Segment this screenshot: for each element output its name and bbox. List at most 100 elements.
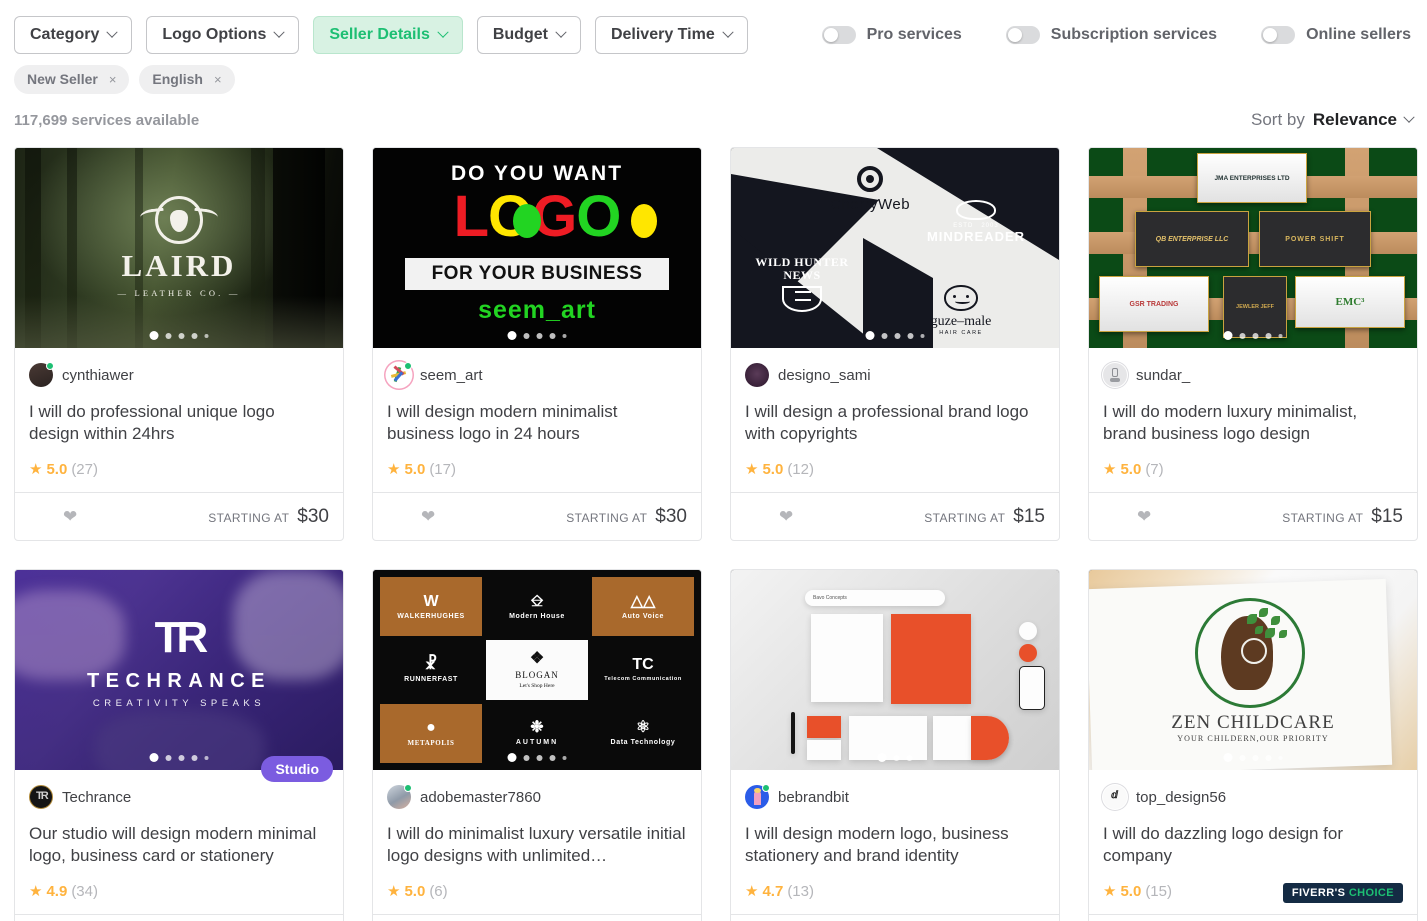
avatar[interactable]: TR [29,785,53,809]
heart-icon[interactable]: ❤ [63,508,77,525]
gig-title[interactable]: Our studio will design modern minimal lo… [29,823,329,867]
close-icon[interactable]: × [109,72,117,87]
carousel-dot[interactable] [894,332,901,339]
heart-icon[interactable]: ❤ [1137,508,1151,525]
switch-track[interactable] [821,26,856,44]
avatar[interactable] [745,363,769,387]
carousel-dot[interactable] [191,754,198,761]
gig-title[interactable]: I will design modern minimalist business… [387,401,687,445]
gig-card[interactable]: Bavo Concepts bebrandbit I will design m… [730,569,1060,921]
avatar[interactable] [29,362,54,387]
gig-image-carousel[interactable]: TR TECHRANCE CREATIVITY SPEAKS [15,570,343,770]
gig-card[interactable]: ZEN CHILDCARE YOUR CHILDERN,OUR PRIORITY… [1088,569,1418,921]
carousel-dots[interactable] [507,331,567,340]
carousel-dot[interactable] [549,754,556,761]
carousel-dot[interactable] [906,754,913,761]
toggle-subscription-services[interactable]: Subscription services [1005,26,1217,44]
seller-row[interactable]: bebrandbit [745,782,1045,812]
seller-row[interactable]: seem_art [387,360,687,390]
carousel-dot[interactable] [507,331,517,340]
carousel-dot[interactable] [1239,754,1246,761]
seller-row[interactable]: TR Techrance [29,782,329,812]
carousel-dot[interactable] [149,331,159,340]
gig-card[interactable]: TR TECHRANCE CREATIVITY SPEAKS Studio TR [14,569,344,921]
avatar[interactable] [387,784,412,809]
gig-image-carousel[interactable]: JMA ENTERPRISES LTD QB ENTERPRISE LLC PO… [1089,148,1417,348]
gig-title[interactable]: I will do modern luxury minimalist, bran… [1103,401,1403,445]
carousel-dot[interactable] [1278,333,1283,338]
carousel-dot[interactable] [562,755,567,760]
avatar[interactable] [387,362,412,387]
gig-image-carousel[interactable]: DO YOU WANT LOGO FOR YOUR BUSINESS seem_… [373,148,701,348]
carousel-dot[interactable] [1223,753,1233,762]
seller-row[interactable]: designo_sami [745,360,1045,390]
carousel-dot[interactable] [920,333,925,338]
heart-icon[interactable]: ❤ [779,508,793,525]
compare-list-icon[interactable] [745,512,763,520]
avatar[interactable] [1103,363,1127,387]
carousel-dot[interactable] [907,332,914,339]
carousel-dot[interactable] [165,332,172,339]
gig-image-carousel[interactable]: W WALKERHUGHES ⎒ Modern House △△ Auto Voice… [373,570,701,770]
gig-image-carousel[interactable]: ZEN CHILDCARE YOUR CHILDERN,OUR PRIORITY [1089,570,1417,770]
seller-name[interactable]: sundar_ [1136,367,1190,384]
seller-name[interactable]: designo_sami [778,367,871,384]
avatar[interactable] [745,784,770,809]
gig-card[interactable]: LAIRD — LEATHER CO. — cynthiawer I will … [14,147,344,541]
filter-tag-new-seller[interactable]: New Seller × [14,64,130,94]
gig-card[interactable]: W WALKERHUGHES ⎒ Modern House △△ Auto Voice… [372,569,702,921]
compare-list-icon[interactable] [387,512,405,520]
carousel-dot[interactable] [1252,332,1259,339]
carousel-dot[interactable] [1278,755,1283,760]
switch-track[interactable] [1261,26,1296,44]
gig-title[interactable]: I will do professional unique logo desig… [29,401,329,445]
gig-card[interactable]: JMA ENTERPRISES LTD QB ENTERPRISE LLC PO… [1088,147,1418,541]
carousel-dot[interactable] [549,332,556,339]
carousel-dot[interactable] [877,753,887,762]
switch-track[interactable] [1005,26,1040,44]
seller-name[interactable]: Techrance [62,789,131,806]
avatar[interactable]: ⅆ [1103,785,1127,809]
filter-pill-delivery-time[interactable]: Delivery Time [594,16,748,54]
sort-control[interactable]: Sort by Relevance [1251,110,1415,130]
carousel-dots[interactable] [507,753,567,762]
seller-name[interactable]: seem_art [420,367,483,384]
carousel-dots[interactable] [149,753,209,762]
gig-title[interactable]: I will design modern logo, business stat… [745,823,1045,867]
carousel-dot[interactable] [165,754,172,761]
carousel-dots[interactable] [865,331,925,340]
filter-pill-category[interactable]: Category [14,16,133,54]
toggle-pro-services[interactable]: Pro services [821,26,962,44]
carousel-dot[interactable] [1265,332,1272,339]
seller-row[interactable]: sundar_ [1103,360,1403,390]
carousel-dot[interactable] [507,753,517,762]
carousel-dots[interactable] [877,753,913,762]
carousel-dot[interactable] [1265,754,1272,761]
seller-name[interactable]: cynthiawer [62,367,134,384]
carousel-dot[interactable] [178,332,185,339]
carousel-dot[interactable] [1239,332,1246,339]
seller-row[interactable]: adobemaster7860 [387,782,687,812]
seller-row[interactable]: ⅆ top_design56 [1103,782,1403,812]
carousel-dot[interactable] [536,332,543,339]
seller-name[interactable]: adobemaster7860 [420,789,541,806]
gig-title[interactable]: I will do dazzling logo design for compa… [1103,823,1403,867]
filter-pill-logo-options[interactable]: Logo Options [146,16,300,54]
carousel-dot[interactable] [523,754,530,761]
carousel-dot[interactable] [893,754,900,761]
gig-image-carousel[interactable]: CherryWeb ESTD 2003 MINDREADER WILD HUNT… [731,148,1059,348]
gig-card[interactable]: DO YOU WANT LOGO FOR YOUR BUSINESS seem_… [372,147,702,541]
heart-icon[interactable]: ❤ [421,508,435,525]
carousel-dot[interactable] [562,333,567,338]
toggle-online-sellers[interactable]: Online sellers [1261,26,1411,44]
compare-list-icon[interactable] [1103,512,1121,520]
carousel-dot[interactable] [204,755,209,760]
seller-row[interactable]: cynthiawer [29,360,329,390]
carousel-dots[interactable] [1223,753,1283,762]
gig-title[interactable]: I will design a professional brand logo … [745,401,1045,445]
carousel-dot[interactable] [178,754,185,761]
carousel-dot[interactable] [536,754,543,761]
gig-title[interactable]: I will do minimalist luxury versatile in… [387,823,687,867]
carousel-dot[interactable] [191,332,198,339]
carousel-dot[interactable] [865,331,875,340]
